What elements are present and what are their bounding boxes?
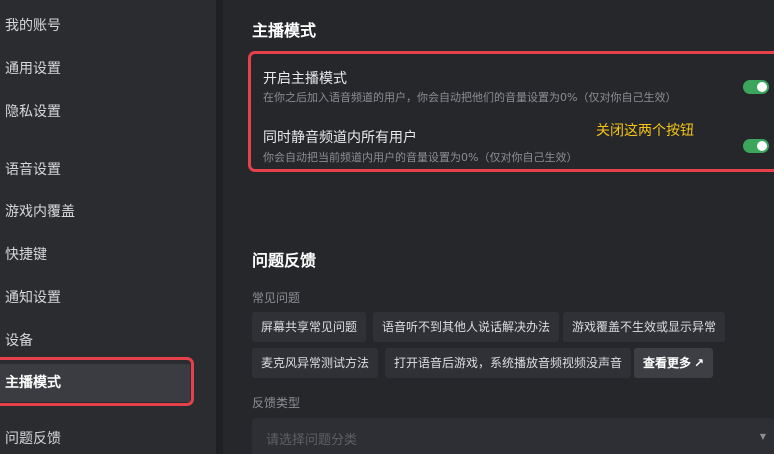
chevron-down-icon: ▼ xyxy=(759,432,766,441)
sidebar-divider xyxy=(216,0,223,454)
sidebar-item-overlay[interactable]: 游戏内覆盖 xyxy=(0,193,190,231)
toggle-knob xyxy=(757,82,767,92)
external-link-icon: ↗ xyxy=(694,356,705,370)
sidebar-item-notifications[interactable]: 通知设置 xyxy=(0,279,190,317)
faq-label: 常见问题 xyxy=(252,291,301,305)
mute-all-desc: 你会自动把当前频道内用户的音量设置为0%（仅对你自己生效） xyxy=(263,151,578,164)
settings-main: 主播模式 开启主播模式 在你之后加入语音频道的用户，你会自动把他们的音量设置为0… xyxy=(223,0,774,454)
sidebar-item-privacy[interactable]: 隐私设置 xyxy=(0,93,190,131)
enable-streamer-desc: 在你之后加入语音频道的用户，你会自动把他们的音量设置为0%（仅对你自己生效） xyxy=(263,91,677,104)
mute-all-label: 同时静音频道内所有用户 xyxy=(263,130,417,146)
view-more-button[interactable]: 查看更多 ↗ xyxy=(634,348,714,378)
sidebar-item-voice[interactable]: 语音设置 xyxy=(0,151,190,189)
annotation-note: 关闭这两个按钮 xyxy=(596,123,694,139)
sidebar-item-streamer-mode[interactable]: 主播模式 xyxy=(0,364,190,402)
faq-chip-screen-share[interactable]: 屏幕共享常见问题 xyxy=(252,312,367,342)
view-more-label: 查看更多 xyxy=(643,356,692,370)
streamer-section-title: 主播模式 xyxy=(252,21,317,40)
feedback-type-label: 反馈类型 xyxy=(252,396,301,410)
mute-all-toggle[interactable] xyxy=(743,139,769,153)
settings-sidebar: 我的账号 通用设置 隐私设置 语音设置 游戏内覆盖 快捷键 通知设置 设备 主播… xyxy=(0,0,216,454)
feedback-type-select[interactable]: 请选择问题分类 ▼ xyxy=(252,418,774,454)
faq-chip-cant-hear[interactable]: 语音听不到其他人说话解决办法 xyxy=(373,312,560,342)
enable-streamer-label: 开启主播模式 xyxy=(263,71,347,87)
enable-streamer-toggle[interactable] xyxy=(743,80,769,94)
feedback-section-title: 问题反馈 xyxy=(252,251,317,270)
sidebar-item-feedback[interactable]: 问题反馈 xyxy=(0,420,190,454)
sidebar-item-devices[interactable]: 设备 xyxy=(0,322,190,360)
sidebar-item-general[interactable]: 通用设置 xyxy=(0,50,190,88)
faq-chip-no-sound[interactable]: 打开语音后游戏，系统播放音频视频没声音 xyxy=(385,348,632,378)
toggle-knob xyxy=(757,141,767,151)
faq-chip-mic-test[interactable]: 麦克风异常测试方法 xyxy=(252,348,379,378)
feedback-type-placeholder: 请选择问题分类 xyxy=(266,433,358,448)
faq-chip-overlay[interactable]: 游戏覆盖不生效或显示异常 xyxy=(563,312,726,342)
sidebar-item-hotkeys[interactable]: 快捷键 xyxy=(0,236,190,274)
sidebar-item-account[interactable]: 我的账号 xyxy=(0,7,190,45)
